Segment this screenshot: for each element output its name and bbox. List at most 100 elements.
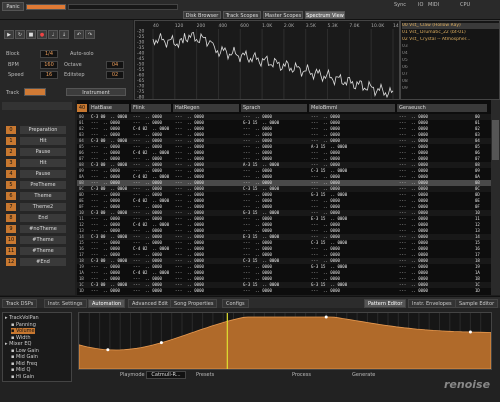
- tab-spectrum-view[interactable]: Spectrum View: [305, 11, 345, 19]
- sequence-slot[interactable]: 1 Hit: [6, 137, 66, 145]
- track-header[interactable]: HatRegen: [173, 104, 239, 112]
- tab-advanced-edit[interactable]: Advanced Edit: [128, 299, 172, 308]
- track-header[interactable]: Geraeusch: [397, 104, 487, 112]
- generate-label: Generate: [352, 372, 376, 378]
- automation-parameter[interactable]: ▪ Mid Q: [11, 367, 30, 373]
- automation-parameter[interactable]: ▸ Mixer EQ: [5, 341, 31, 347]
- tab-instr-settings[interactable]: Instr. Settings: [44, 299, 87, 308]
- redo-button[interactable]: ↷: [85, 30, 95, 39]
- instrument-button[interactable]: Instrument: [66, 88, 126, 96]
- instrument-item[interactable]: 08: [402, 79, 499, 85]
- sequence-slot-number: 9: [6, 225, 16, 233]
- instrument-item[interactable]: 05: [402, 58, 499, 64]
- metronome-button[interactable]: ♩: [48, 30, 58, 39]
- sequence-slot-number: 2: [6, 148, 16, 156]
- pattern-editor[interactable]: 40 00 C-3 00 .. 0000 --- .. 0000 --- .. 000…: [77, 100, 491, 295]
- tab-track-dsps[interactable]: Track DSPs: [2, 299, 38, 308]
- automation-parameter[interactable]: ▸ TrackVolPan: [5, 315, 39, 321]
- playmode-select[interactable]: Catmull-R...: [146, 371, 186, 379]
- octave-value[interactable]: 04: [106, 61, 124, 69]
- bpm-value[interactable]: 160: [40, 61, 58, 69]
- tab-master-scopes[interactable]: Master Scopes: [263, 11, 303, 19]
- scrollbar-thumb[interactable]: [492, 120, 499, 160]
- instrument-item[interactable]: 00 Vst_ Claw (Hollow Ray): [402, 23, 499, 29]
- instrument-item[interactable]: 01 Vst_ Drumatic_22 (bt-01): [402, 30, 499, 36]
- pattern-row[interactable]: 1D --- .. 0000 --- .. 0000 --- .. 0000 --- .…: [77, 288, 491, 294]
- sequence-slot[interactable]: 7 Theme2: [6, 203, 66, 211]
- sequence-slot[interactable]: 6 Theme: [6, 192, 66, 200]
- tab-sample-editor[interactable]: Sample Editor: [455, 299, 499, 308]
- tab-configs[interactable]: Configs: [222, 299, 249, 308]
- automation-parameter[interactable]: ▪ Low Gain: [11, 348, 39, 354]
- record-button[interactable]: ●: [37, 30, 47, 39]
- note-cell[interactable]: --- .. 0000: [243, 288, 272, 294]
- track-header[interactable]: HatBase: [89, 104, 129, 112]
- envelope-curve[interactable]: [79, 313, 491, 369]
- editstep-value[interactable]: 02: [106, 71, 124, 79]
- instrument-item[interactable]: 02 Vst_ Crystal -- Atmospher...: [402, 37, 499, 43]
- block-value[interactable]: 1/4: [40, 50, 58, 58]
- speed-value[interactable]: 16: [40, 71, 58, 79]
- play-button[interactable]: ▶: [4, 30, 14, 39]
- sequence-slot[interactable]: 11 #Theme: [6, 247, 66, 255]
- pattern-scrollbar[interactable]: [491, 100, 500, 295]
- envelope-point[interactable]: [106, 348, 110, 352]
- note-cell[interactable]: --- .. 0000: [133, 288, 162, 294]
- track-header[interactable]: Flink: [131, 104, 171, 112]
- automation-parameter[interactable]: ▪ Mid Gain: [11, 354, 38, 360]
- autosolo-label[interactable]: Auto-solo: [70, 51, 94, 57]
- automation-parameter[interactable]: ▪ Panning: [11, 322, 36, 328]
- sequence-slot[interactable]: 10 #Theme: [6, 236, 66, 244]
- sequence-slot[interactable]: 5 PreTheme: [6, 181, 66, 189]
- note-cell[interactable]: --- .. 0000: [311, 288, 340, 294]
- sequence-slot-number: 4: [6, 170, 16, 178]
- tab-pattern-editor[interactable]: Pattern Editor: [364, 299, 407, 308]
- instrument-item[interactable]: 07: [402, 72, 499, 78]
- loop-button[interactable]: ↻: [15, 30, 25, 39]
- instrument-item[interactable]: 04: [402, 51, 499, 57]
- freq-tick-label: 2.0K: [284, 23, 295, 29]
- automation-envelope[interactable]: [78, 312, 492, 370]
- tab-instr-envelopes[interactable]: Instr. Envelopes: [408, 299, 456, 308]
- sequence-slot-number: 1: [6, 137, 16, 145]
- sequence-slot[interactable]: 3 Hit: [6, 159, 66, 167]
- sequence-slot-name: Preparation: [20, 126, 66, 134]
- note-cell[interactable]: --- .. 0000: [91, 288, 120, 294]
- instrument-list: 00 Vst_ Claw (Hollow Ray) 01 Vst_ Drumati…: [400, 20, 500, 100]
- sequence-slot[interactable]: 8 End: [6, 214, 66, 222]
- panic-button[interactable]: Panic: [2, 2, 24, 11]
- instrument-item[interactable]: 06: [402, 65, 499, 71]
- tab-automation[interactable]: Automation: [88, 299, 126, 308]
- sequence-slot[interactable]: 0 Preparation: [6, 126, 66, 134]
- follow-button[interactable]: ↓: [59, 30, 69, 39]
- envelope-point[interactable]: [159, 341, 163, 345]
- automation-parameter[interactable]: ▪ Hi Gain: [11, 374, 34, 380]
- note-cell[interactable]: --- .. 0000: [399, 288, 428, 294]
- scope-strip: [68, 4, 178, 10]
- sequence-slot[interactable]: 12 #End: [6, 258, 66, 266]
- automation-parameter[interactable]: ▪ Mid Freq: [11, 361, 37, 367]
- note-cell[interactable]: --- .. 0000: [175, 288, 204, 294]
- track-header[interactable]: Sprach: [241, 104, 307, 112]
- master-volume-slider[interactable]: [26, 4, 66, 10]
- sequence-slot[interactable]: 4 Pause: [6, 170, 66, 178]
- automation-parameter[interactable]: ▪ Volume: [11, 328, 35, 334]
- tab-song-properties[interactable]: Song Properties: [170, 299, 218, 308]
- envelope-point[interactable]: [324, 315, 328, 319]
- tab-disk-browser[interactable]: Disk Browser: [183, 11, 221, 19]
- stop-button[interactable]: ■: [26, 30, 36, 39]
- sequence-slot[interactable]: 9 #noTheme: [6, 225, 66, 233]
- automation-parameter-list: ▸ TrackVolPan ▪ Panning ▪ Volume ▪ Width ▸ M…: [2, 312, 72, 382]
- instrument-item[interactable]: 09: [402, 86, 499, 92]
- track-header[interactable]: MeloBmml: [309, 104, 395, 112]
- track-label: Track: [6, 90, 20, 96]
- sequence-slot-number: 11: [6, 247, 16, 255]
- tab-track-scopes[interactable]: Track Scopes: [223, 11, 261, 19]
- automation-parameter[interactable]: ▪ Width: [11, 335, 31, 341]
- sequence-slot[interactable]: 2 Pause: [6, 148, 66, 156]
- envelope-point[interactable]: [468, 330, 472, 334]
- instrument-item[interactable]: 03: [402, 44, 499, 50]
- undo-button[interactable]: ↶: [74, 30, 84, 39]
- track-value[interactable]: [24, 88, 46, 96]
- octave-label: Octave: [64, 62, 82, 68]
